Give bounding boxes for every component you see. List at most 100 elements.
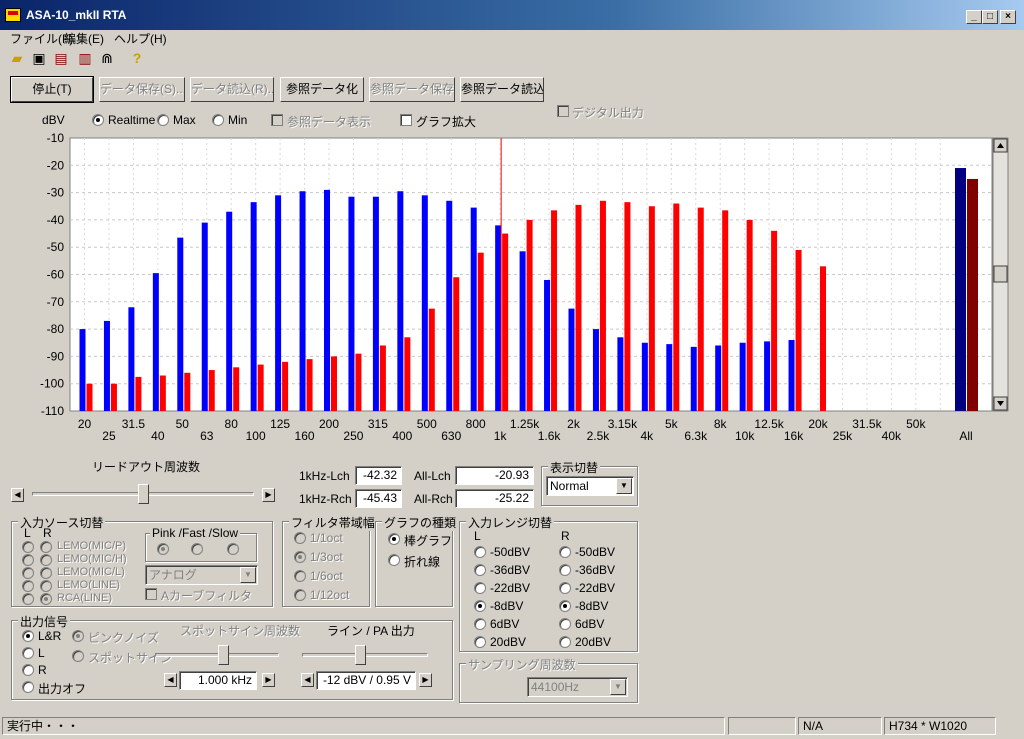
meter-icon[interactable]: ⋒ — [98, 49, 116, 67]
analog-select[interactable]: アナログ ▼ — [145, 565, 258, 585]
chevron-down-icon[interactable]: ▼ — [616, 478, 632, 494]
output-radio[interactable] — [22, 630, 34, 642]
source-l-radio[interactable] — [22, 567, 34, 579]
open-folder-icon[interactable]: ▰ — [8, 49, 26, 67]
menu-edit[interactable]: 編集(E) — [64, 30, 104, 47]
range-r-radio[interactable] — [559, 618, 571, 630]
range-r-radio[interactable] — [559, 582, 571, 594]
ref-show-checkbox[interactable] — [271, 114, 283, 126]
source-r-radio[interactable] — [40, 554, 52, 566]
graph-zoom-checkbox[interactable] — [400, 114, 412, 126]
print-icon[interactable]: ▤ — [52, 49, 70, 67]
bar-l — [715, 345, 722, 411]
range-l-radio[interactable] — [474, 600, 486, 612]
digital-out-checkbox[interactable] — [557, 105, 569, 117]
bar-r — [771, 230, 778, 411]
ref-data-button[interactable]: 参照データ化 — [280, 77, 364, 102]
bar-r — [746, 219, 753, 411]
x-tick-label: 200 — [319, 417, 339, 431]
source-l-radio[interactable] — [22, 554, 34, 566]
bar-l — [764, 341, 771, 411]
spot-freq-slider-thumb[interactable] — [218, 645, 229, 665]
a-curve-label: Aカーブフィルタ — [161, 589, 253, 603]
realtime-radio[interactable] — [92, 114, 104, 126]
data-save-button[interactable]: データ保存(S)... — [99, 77, 185, 102]
bar-r — [159, 375, 166, 411]
range-l-radio[interactable] — [474, 618, 486, 630]
bar-graph-radio[interactable] — [388, 533, 400, 545]
output-radio[interactable] — [22, 664, 34, 676]
range-l-radio[interactable] — [474, 546, 486, 558]
source-l-radio[interactable] — [22, 580, 34, 592]
save-disk-icon[interactable]: ▣ — [30, 49, 48, 67]
data-load-button[interactable]: データ読込(R)... — [190, 77, 274, 102]
scroll-thumb[interactable] — [993, 265, 1008, 283]
sampling-select[interactable]: 44100Hz ▼ — [527, 677, 628, 697]
source-r-radio[interactable] — [40, 541, 52, 553]
chevron-down-icon[interactable]: ▼ — [610, 679, 626, 695]
spot-sine-radio[interactable] — [72, 650, 84, 662]
range-l-radio[interactable] — [474, 564, 486, 576]
readout-slider-thumb[interactable] — [138, 484, 149, 504]
minimize-button[interactable]: _ — [966, 10, 982, 24]
slow-radio[interactable] — [227, 543, 239, 555]
readout-left-button[interactable]: ◀ — [11, 488, 24, 502]
range-r-label: -22dBV — [575, 581, 616, 595]
filter-bw-radio[interactable] — [294, 570, 306, 582]
range-l-radio[interactable] — [474, 636, 486, 648]
stop-button[interactable]: 停止(T) — [10, 76, 94, 103]
output-radio[interactable] — [22, 681, 34, 693]
x-tick-label: 80 — [225, 417, 239, 431]
x-tick-label: 400 — [392, 429, 412, 443]
source-l-radio[interactable] — [22, 593, 34, 605]
bar-l — [470, 207, 477, 411]
spot-freq-left-button[interactable]: ◀ — [164, 673, 177, 687]
help-icon[interactable]: ? — [128, 49, 146, 67]
source-r-radio[interactable] — [40, 580, 52, 592]
y-tick-label: -30 — [47, 186, 65, 200]
export-icon[interactable]: ▥ — [76, 49, 94, 67]
chevron-down-icon[interactable]: ▼ — [240, 567, 256, 583]
min-radio[interactable] — [212, 114, 224, 126]
range-r-radio[interactable] — [559, 564, 571, 576]
readout-right-button[interactable]: ▶ — [262, 488, 275, 502]
spot-freq-label: スポットサイン周波数 — [180, 624, 301, 638]
pink-noise-radio[interactable] — [72, 630, 84, 642]
a-curve-checkbox[interactable] — [145, 588, 157, 600]
filter-bw-radio[interactable] — [294, 532, 306, 544]
bar-l — [250, 202, 257, 411]
source-r-radio[interactable] — [40, 567, 52, 579]
fast-radio[interactable] — [191, 543, 203, 555]
range-r-radio[interactable] — [559, 600, 571, 612]
source-r-radio[interactable] — [40, 593, 52, 605]
bar-l — [201, 222, 208, 411]
line-pa-left-button[interactable]: ◀ — [301, 673, 314, 687]
output-radio[interactable] — [22, 647, 34, 659]
x-tick-label: 25 — [102, 429, 116, 443]
filter-bw-radio[interactable] — [294, 551, 306, 563]
pink-radio[interactable] — [157, 543, 169, 555]
range-l-radio[interactable] — [474, 582, 486, 594]
menu-help[interactable]: ヘルプ(H) — [114, 30, 167, 47]
spot-freq-right-button[interactable]: ▶ — [262, 673, 275, 687]
ref-load-button[interactable]: 参照データ読込 — [460, 77, 544, 102]
bar-r — [599, 200, 606, 411]
line-pa-slider-thumb[interactable] — [355, 645, 366, 665]
range-r-radio[interactable] — [559, 636, 571, 648]
line-graph-radio[interactable] — [388, 554, 400, 566]
title-bar: ASA-10_mkII RTA _ □ × — [0, 0, 1024, 30]
unit-label: dBV — [42, 113, 65, 127]
display-switch-select[interactable]: Normal ▼ — [546, 476, 634, 496]
max-radio[interactable] — [157, 114, 169, 126]
k1-lch-label: 1kHz-Lch — [299, 469, 350, 483]
close-button[interactable]: × — [1000, 10, 1016, 24]
filter-bw-radio[interactable] — [294, 589, 306, 601]
range-r-radio[interactable] — [559, 546, 571, 558]
ref-save-button[interactable]: 参照データ保存 — [369, 77, 455, 102]
y-tick-label: -40 — [47, 213, 65, 227]
maximize-button[interactable]: □ — [982, 10, 998, 24]
source-l-radio[interactable] — [22, 541, 34, 553]
filter-bw-label: 1/1oct — [310, 531, 343, 545]
line-pa-right-button[interactable]: ▶ — [419, 673, 432, 687]
spot-freq-slider-track[interactable] — [155, 653, 279, 657]
